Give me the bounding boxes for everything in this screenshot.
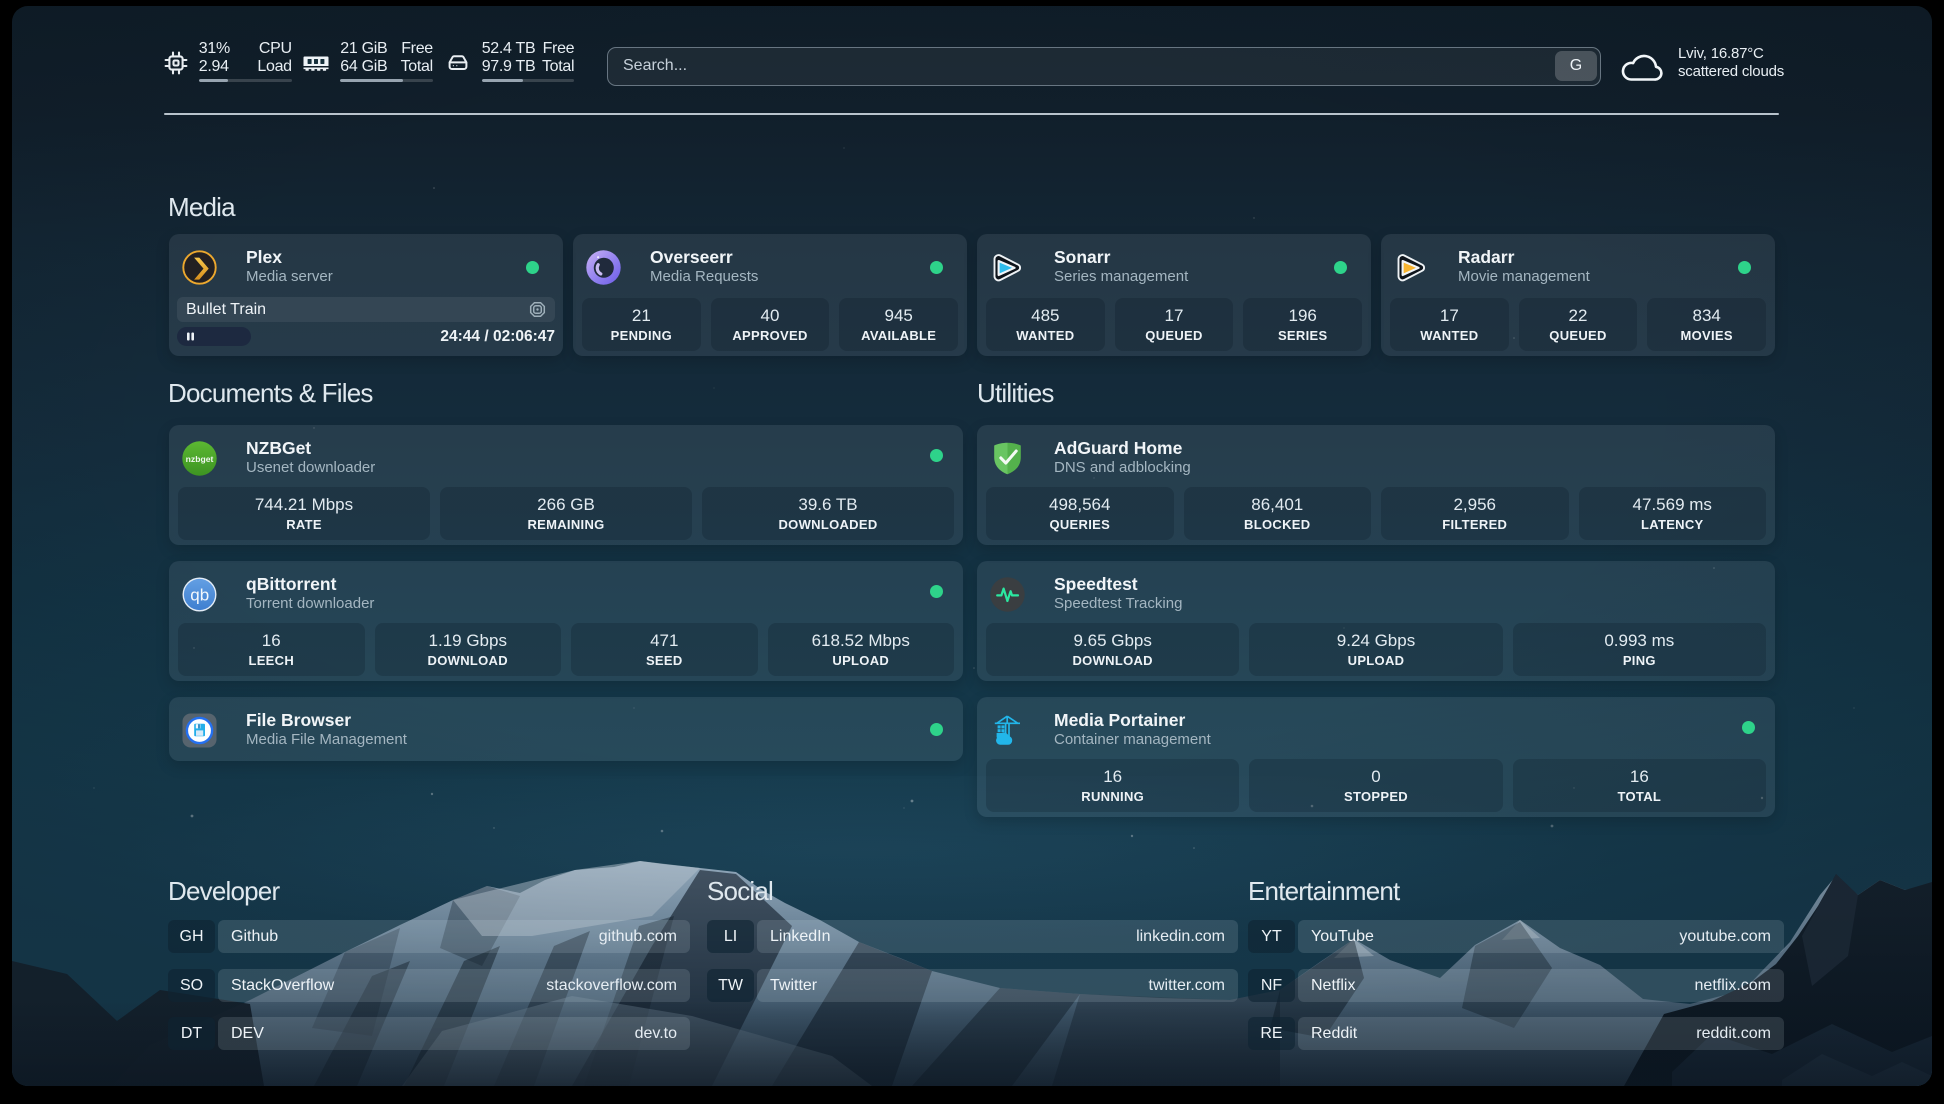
svg-text:qb: qb: [190, 586, 209, 605]
svg-text:nzbget: nzbget: [186, 454, 214, 464]
